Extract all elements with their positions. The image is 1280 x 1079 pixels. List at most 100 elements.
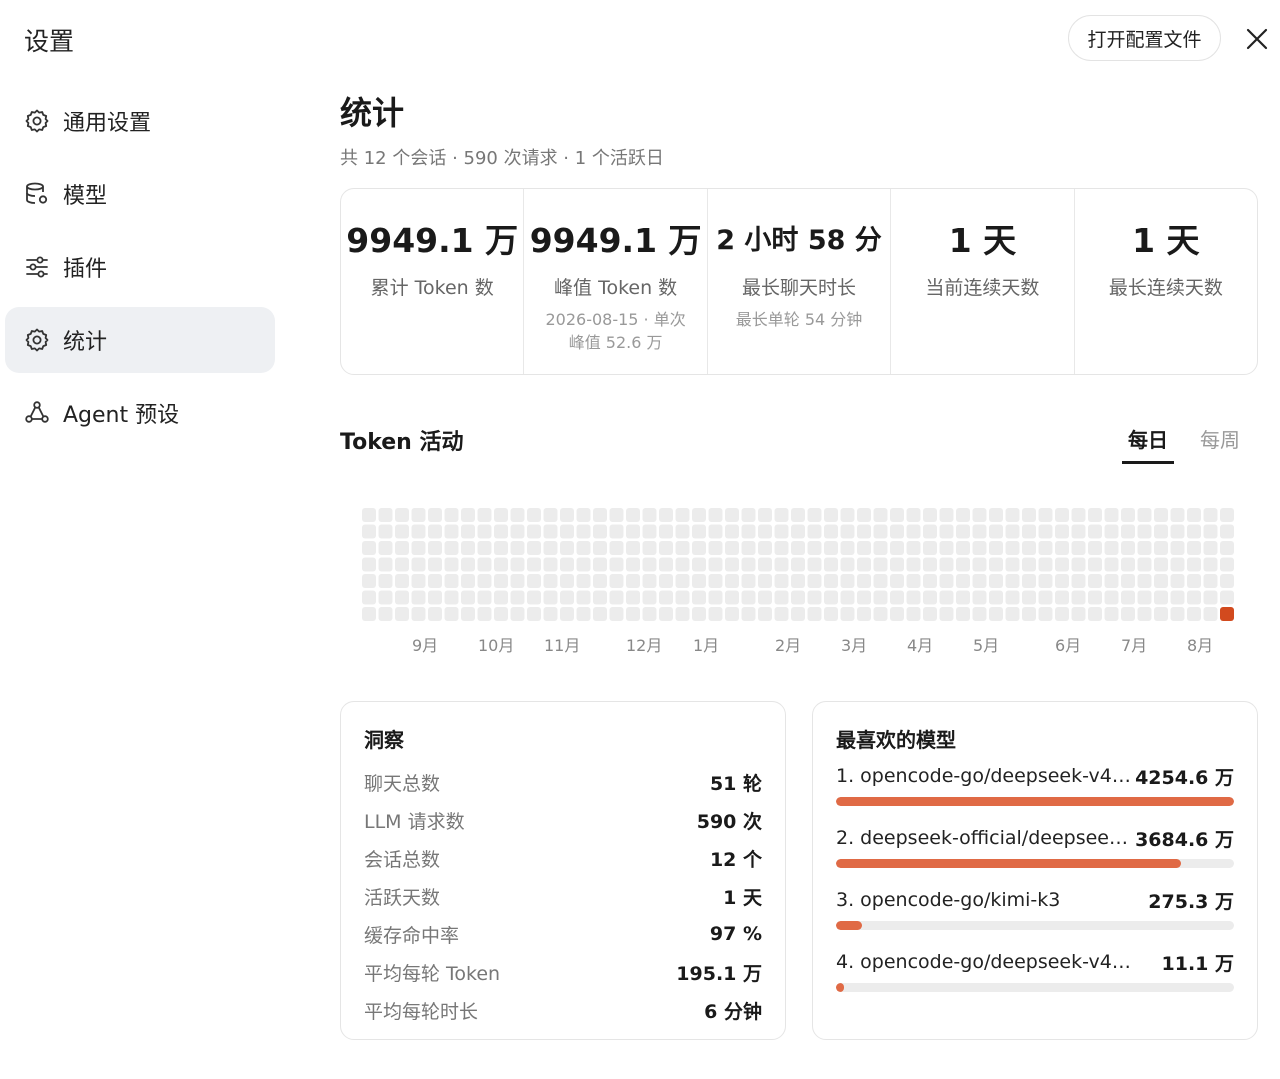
heatmap-cell[interactable] [1154,607,1168,621]
heatmap-cell[interactable] [692,524,706,539]
heatmap-cell[interactable] [593,557,607,572]
heatmap-cell[interactable] [890,557,904,572]
heatmap-cell[interactable] [378,508,393,522]
heatmap-cell[interactable] [659,541,673,555]
heatmap-cell[interactable] [395,541,409,555]
heatmap-cell[interactable] [791,590,805,605]
heatmap-cell[interactable] [956,508,970,522]
tab-weekly[interactable]: 每周 [1194,424,1246,464]
heatmap-cell[interactable] [1088,508,1102,522]
heatmap-cell[interactable] [1220,508,1234,522]
heatmap-cell[interactable] [708,524,723,539]
heatmap-cell[interactable] [527,590,541,605]
heatmap-cell[interactable] [708,541,723,555]
heatmap-cell[interactable] [461,574,475,588]
heatmap-cell[interactable] [642,607,657,621]
heatmap-cell[interactable] [494,508,508,522]
heatmap-cell[interactable] [1154,541,1168,555]
heatmap-cell[interactable] [527,607,541,621]
heatmap-cell[interactable] [857,541,871,555]
heatmap-cell[interactable] [873,541,888,555]
heatmap-cell[interactable] [362,607,376,621]
heatmap-cell[interactable] [378,524,393,539]
heatmap-cell[interactable] [395,607,409,621]
heatmap-cell[interactable] [444,524,459,539]
heatmap-cell[interactable] [626,508,640,522]
heatmap-cell[interactable] [1203,541,1218,555]
heatmap-cell[interactable] [972,590,987,605]
heatmap-cell[interactable] [956,541,970,555]
heatmap-cell[interactable] [939,607,954,621]
heatmap-cell[interactable] [1071,574,1086,588]
heatmap-cell[interactable] [593,524,607,539]
heatmap-cell[interactable] [560,590,574,605]
heatmap-cell-active[interactable] [1220,607,1234,621]
heatmap-cell[interactable] [444,574,459,588]
heatmap-cell[interactable] [1055,574,1069,588]
heatmap-cell[interactable] [741,508,756,522]
heatmap-cell[interactable] [642,541,657,555]
heatmap-cell[interactable] [758,541,772,555]
heatmap-cell[interactable] [1137,557,1152,572]
heatmap-cell[interactable] [1088,590,1102,605]
heatmap-cell[interactable] [510,590,525,605]
heatmap-cell[interactable] [609,607,624,621]
heatmap-cell[interactable] [543,508,558,522]
heatmap-cell[interactable] [560,574,574,588]
heatmap-cell[interactable] [1154,574,1168,588]
heatmap-cell[interactable] [758,574,772,588]
heatmap-cell[interactable] [906,607,921,621]
heatmap-cell[interactable] [923,574,937,588]
heatmap-cell[interactable] [840,590,855,605]
heatmap-cell[interactable] [395,590,409,605]
heatmap-cell[interactable] [510,557,525,572]
heatmap-cell[interactable] [642,524,657,539]
open-config-button[interactable]: 打开配置文件 [1068,15,1221,61]
heatmap-cell[interactable] [741,541,756,555]
heatmap-cell[interactable] [956,574,970,588]
heatmap-cell[interactable] [1187,541,1201,555]
heatmap-cell[interactable] [1154,508,1168,522]
heatmap-cell[interactable] [675,607,690,621]
heatmap-cell[interactable] [741,574,756,588]
heatmap-cell[interactable] [378,557,393,572]
heatmap-cell[interactable] [477,574,492,588]
heatmap-cell[interactable] [1203,508,1218,522]
heatmap-cell[interactable] [1170,590,1185,605]
heatmap-cell[interactable] [774,590,789,605]
heatmap-cell[interactable] [1220,557,1234,572]
heatmap-cell[interactable] [791,541,805,555]
heatmap-cell[interactable] [494,590,508,605]
heatmap-cell[interactable] [395,524,409,539]
heatmap-cell[interactable] [1137,524,1152,539]
heatmap-cell[interactable] [725,524,739,539]
heatmap-cell[interactable] [659,524,673,539]
heatmap-cell[interactable] [461,524,475,539]
heatmap-cell[interactable] [1022,590,1036,605]
heatmap-cell[interactable] [527,508,541,522]
heatmap-cell[interactable] [791,524,805,539]
heatmap-cell[interactable] [411,541,426,555]
heatmap-cell[interactable] [609,557,624,572]
heatmap-cell[interactable] [873,574,888,588]
heatmap-cell[interactable] [939,590,954,605]
heatmap-cell[interactable] [411,590,426,605]
heatmap-cell[interactable] [1137,590,1152,605]
heatmap-cell[interactable] [609,574,624,588]
heatmap-cell[interactable] [675,590,690,605]
heatmap-cell[interactable] [675,524,690,539]
heatmap-cell[interactable] [642,590,657,605]
heatmap-cell[interactable] [510,574,525,588]
heatmap-cell[interactable] [1104,541,1119,555]
heatmap-cell[interactable] [1038,541,1053,555]
heatmap-cell[interactable] [1071,590,1086,605]
heatmap-cell[interactable] [692,574,706,588]
heatmap-cell[interactable] [741,607,756,621]
heatmap-cell[interactable] [626,557,640,572]
heatmap-cell[interactable] [824,541,838,555]
heatmap-cell[interactable] [428,541,442,555]
heatmap-cell[interactable] [873,607,888,621]
heatmap-cell[interactable] [1005,524,1020,539]
heatmap-cell[interactable] [593,508,607,522]
heatmap-cell[interactable] [659,508,673,522]
